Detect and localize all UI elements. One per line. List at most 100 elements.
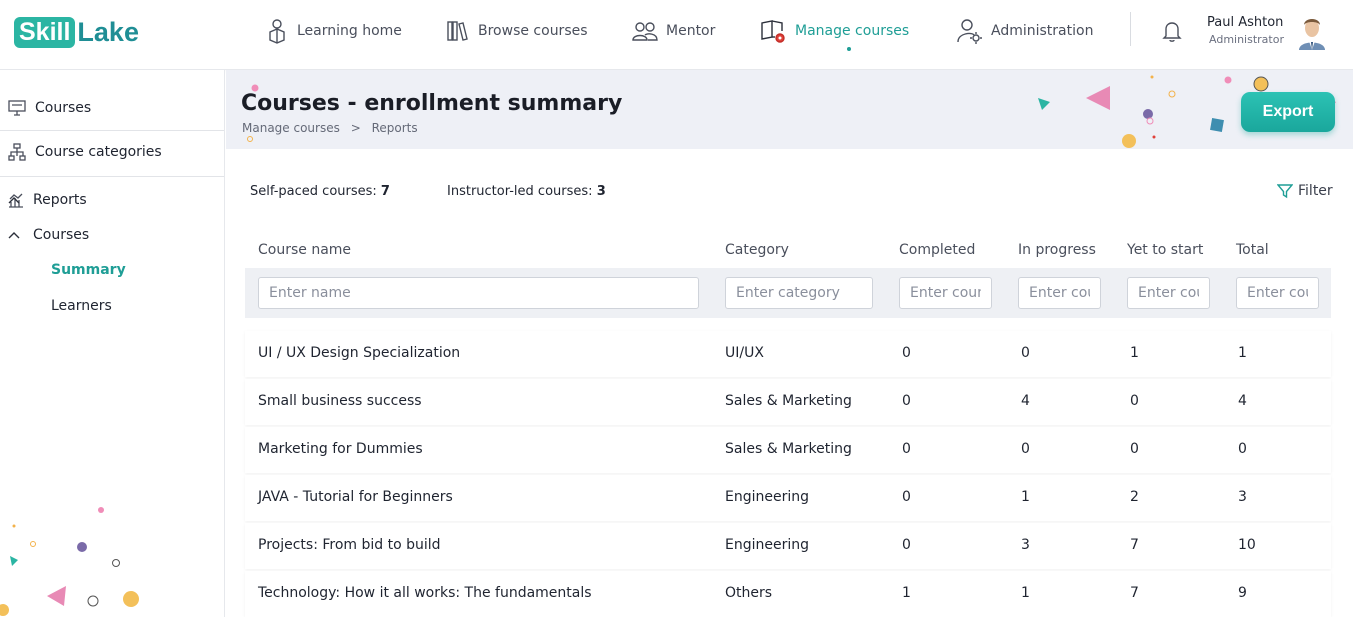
- cell-completed: 0: [902, 345, 911, 361]
- nav-administration-label: Administration: [991, 23, 1094, 39]
- user-name[interactable]: Paul Ashton: [1207, 15, 1283, 30]
- cell-total: 9: [1238, 585, 1247, 601]
- skilllake-logo[interactable]: Skill Lake: [14, 17, 139, 48]
- table-row[interactable]: Technology: How it all works: The fundam…: [245, 571, 1331, 617]
- sidebar-subitem-courses-label: Courses: [33, 227, 90, 243]
- in-progress-filter-input[interactable]: [1018, 277, 1101, 309]
- cell-total: 4: [1238, 393, 1247, 409]
- breadcrumb-manage-courses[interactable]: Manage courses: [242, 121, 340, 135]
- column-header-course-name[interactable]: Course name: [258, 242, 351, 258]
- nav-learning-home[interactable]: Learning home: [265, 16, 402, 46]
- cell-category: Engineering: [725, 489, 809, 505]
- cell-completed: 1: [902, 585, 911, 601]
- cell-total: 10: [1238, 537, 1256, 553]
- nav-mentor[interactable]: Mentor: [632, 16, 715, 46]
- breadcrumb-separator: >: [350, 121, 361, 135]
- cell-category: UI/UX: [725, 345, 764, 361]
- cell-completed: 0: [902, 393, 911, 409]
- cell-course-name: UI / UX Design Specialization: [258, 345, 461, 361]
- user-avatar[interactable]: [1293, 12, 1331, 50]
- sidebar-item-reports-label: Reports: [33, 192, 87, 208]
- active-nav-indicator: [847, 47, 851, 51]
- decorative-confetti: [0, 507, 139, 616]
- completed-filter-input[interactable]: [899, 277, 992, 309]
- export-button[interactable]: Export: [1241, 92, 1335, 132]
- notification-bell-icon[interactable]: [1162, 20, 1182, 42]
- nav-browse-courses[interactable]: Browse courses: [446, 16, 588, 46]
- cell-course-name: Marketing for Dummies: [258, 441, 423, 457]
- cell-yet-to-start: 0: [1130, 441, 1139, 457]
- table-row[interactable]: Marketing for Dummies Sales & Marketing …: [245, 427, 1331, 473]
- table-row[interactable]: JAVA - Tutorial for Beginners Engineerin…: [245, 475, 1331, 521]
- course-name-filter-input[interactable]: [258, 277, 699, 309]
- manage-courses-icon: [761, 20, 785, 43]
- instructor-led-label: Instructor-led courses:: [447, 184, 593, 199]
- sidebar-item-course-categories[interactable]: Course categories: [0, 140, 224, 164]
- cell-course-name: Technology: How it all works: The fundam…: [258, 585, 592, 601]
- yet-to-start-filter-input[interactable]: [1127, 277, 1210, 309]
- column-header-total[interactable]: Total: [1236, 242, 1269, 258]
- column-header-completed[interactable]: Completed: [899, 242, 975, 258]
- cell-course-name: JAVA - Tutorial for Beginners: [258, 489, 453, 505]
- self-paced-summary: Self-paced courses: 7: [250, 184, 390, 199]
- nav-browse-courses-label: Browse courses: [478, 23, 588, 39]
- self-paced-label: Self-paced courses:: [250, 184, 377, 199]
- cell-course-name: Small business success: [258, 393, 422, 409]
- chevron-up-icon[interactable]: [8, 231, 20, 239]
- total-filter-input[interactable]: [1236, 277, 1319, 309]
- sidebar-subitem-learners-label: Learners: [51, 298, 112, 314]
- instructor-led-count: 3: [596, 184, 606, 199]
- nav-mentor-label: Mentor: [666, 23, 716, 39]
- hierarchy-icon: [8, 143, 26, 161]
- filter-button[interactable]: Filter: [1277, 183, 1333, 199]
- monitor-icon: [8, 100, 26, 116]
- column-header-yet-to-start[interactable]: Yet to start: [1127, 242, 1203, 258]
- cell-category: Sales & Marketing: [725, 393, 852, 409]
- cell-total: 3: [1238, 489, 1247, 505]
- sidebar-subitem-summary-label: Summary: [51, 262, 126, 278]
- top-navigation-bar: Skill Lake Learning home Browse courses …: [0, 0, 1353, 70]
- cell-yet-to-start: 0: [1130, 393, 1139, 409]
- cell-completed: 0: [902, 441, 911, 457]
- cell-in-progress: 3: [1021, 537, 1030, 553]
- column-header-in-progress[interactable]: In progress: [1018, 242, 1096, 258]
- column-header-category[interactable]: Category: [725, 242, 789, 258]
- nav-learning-home-label: Learning home: [297, 23, 402, 39]
- nav-divider: [1130, 12, 1131, 46]
- sidebar-subitem-learners[interactable]: Learners: [0, 294, 224, 318]
- books-icon: [447, 21, 468, 41]
- user-role: Administrator: [1209, 33, 1284, 46]
- filter-funnel-icon: [1277, 184, 1293, 199]
- cell-total: 1: [1238, 345, 1247, 361]
- cell-completed: 0: [902, 489, 911, 505]
- instructor-led-summary: Instructor-led courses: 3: [447, 184, 606, 199]
- logo-text-skill: Skill: [14, 17, 76, 48]
- nav-manage-courses[interactable]: Manage courses: [759, 16, 909, 46]
- cell-in-progress: 1: [1021, 489, 1030, 505]
- cell-yet-to-start: 7: [1130, 537, 1139, 553]
- page-title: Courses - enrollment summary: [241, 91, 623, 116]
- sidebar-item-courses[interactable]: Courses: [0, 96, 224, 120]
- sidebar-item-course-categories-label: Course categories: [35, 144, 162, 160]
- nav-administration[interactable]: Administration: [957, 16, 1093, 46]
- sidebar-item-reports[interactable]: Reports: [0, 188, 224, 212]
- cell-yet-to-start: 7: [1130, 585, 1139, 601]
- sidebar-divider: [0, 130, 224, 131]
- chevron-up-icon[interactable]: [8, 196, 20, 204]
- cell-in-progress: 1: [1021, 585, 1030, 601]
- table-row[interactable]: Small business success Sales & Marketing…: [245, 379, 1331, 425]
- cell-in-progress: 4: [1021, 393, 1030, 409]
- sidebar-subitem-courses[interactable]: Courses: [0, 223, 224, 247]
- table-row[interactable]: UI / UX Design Specialization UI/UX 0 0 …: [245, 331, 1331, 377]
- category-filter-input[interactable]: [725, 277, 873, 309]
- admin-user-gear-icon: [957, 19, 982, 44]
- cell-yet-to-start: 1: [1130, 345, 1139, 361]
- sidebar-item-courses-label: Courses: [35, 100, 92, 116]
- filter-label: Filter: [1298, 183, 1333, 199]
- cell-in-progress: 0: [1021, 441, 1030, 457]
- table-row[interactable]: Projects: From bid to build Engineering …: [245, 523, 1331, 569]
- sidebar-subitem-summary[interactable]: Summary: [0, 258, 224, 282]
- breadcrumb: Manage courses > Reports: [242, 121, 418, 135]
- learning-home-icon: [269, 19, 285, 44]
- cell-completed: 0: [902, 537, 911, 553]
